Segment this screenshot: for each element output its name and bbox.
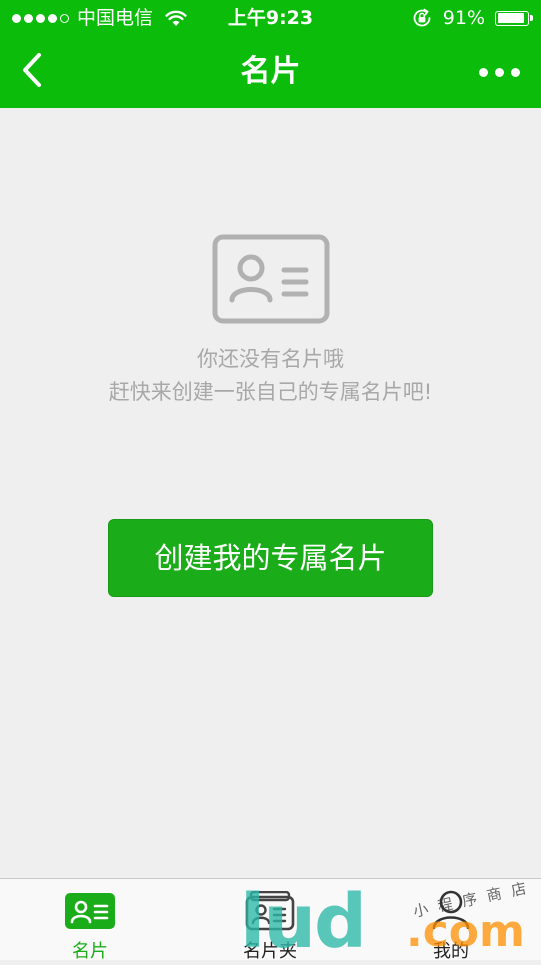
more-dot (494, 67, 504, 77)
business-card-icon (65, 893, 115, 929)
page-title: 名片 (240, 54, 301, 89)
empty-message-line1: 你还没有名片哦 (197, 347, 344, 371)
tab-label: 名片 (72, 941, 108, 962)
empty-state: 你还没有名片哦 赶快来创建一张自己的专属名片吧! (0, 234, 541, 409)
card-holder-icon (245, 891, 295, 931)
business-card-placeholder-icon (212, 234, 329, 324)
create-card-button[interactable]: 创建我的专属名片 (108, 519, 433, 597)
tab-label: 我的 (433, 941, 469, 962)
tab-business-card[interactable]: 名片 (0, 879, 180, 962)
more-options-button[interactable] (471, 50, 527, 94)
tab-me[interactable]: 我的 (361, 879, 541, 962)
person-icon (432, 890, 470, 929)
nav-bar: 名片 (0, 36, 541, 108)
more-dot (478, 67, 488, 77)
battery-icon (495, 10, 533, 26)
tab-label: 名片夹 (243, 941, 297, 962)
more-dot (510, 67, 520, 77)
battery-percent: 91% (442, 7, 485, 29)
status-bar: 中国电信 上午9:23 91% (0, 0, 541, 36)
empty-message-line2: 赶快来创建一张自己的专属名片吧! (108, 380, 433, 404)
rotation-lock-icon (411, 7, 433, 29)
tab-bar: 名片 名片夹 我的 (0, 878, 541, 962)
tab-card-holder[interactable]: 名片夹 (180, 879, 360, 962)
header: 中国电信 上午9:23 91% 名片 (0, 0, 541, 108)
battery-fill (497, 13, 524, 23)
status-right: 91% (411, 0, 533, 36)
